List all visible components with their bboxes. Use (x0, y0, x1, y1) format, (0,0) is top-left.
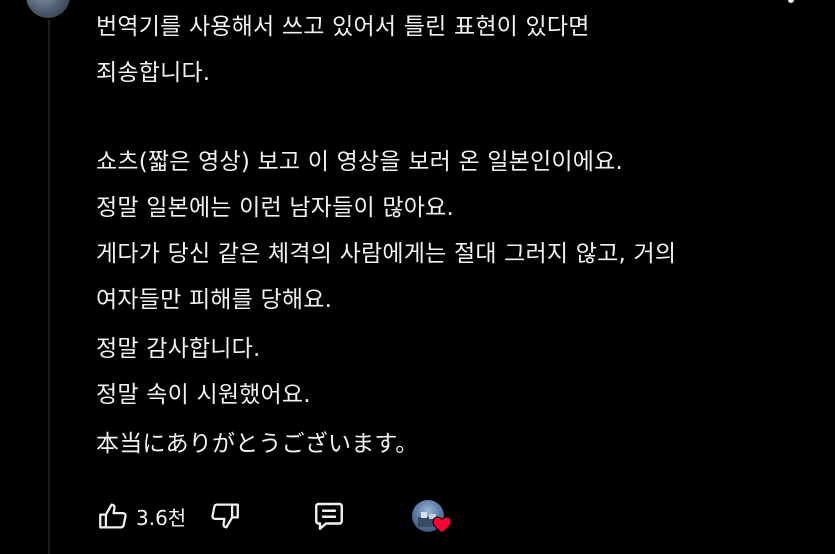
like-button[interactable]: 3.6천 (96, 496, 186, 536)
comment-line: 게다가 당신 같은 체격의 사람에게는 절대 그러지 않고, 거의 (96, 241, 677, 267)
thumbs-up-icon (96, 499, 130, 533)
comment-line: 쇼츠(짧은 영상) 보고 이 영상을 보러 온 일본인이에요. (96, 149, 623, 175)
comment-line: 本当にありがとうございます。 (96, 431, 419, 457)
reply-button[interactable] (311, 496, 347, 536)
comment-actions: 3.6천 (96, 496, 496, 536)
creator-heart-icon (432, 516, 452, 534)
comment-line: 정말 감사합니다. (96, 336, 261, 362)
more-options-icon[interactable] (788, 0, 794, 3)
comment-line: 정말 속이 시원했어요. (96, 382, 311, 408)
reply-comment-icon (311, 498, 347, 534)
comment-line: 정말 일본에는 이런 남자들이 많아요. (96, 195, 454, 221)
dislike-button[interactable] (208, 496, 242, 536)
like-count: 3.6천 (136, 505, 187, 530)
thumbs-down-icon (208, 499, 242, 533)
comment-line: 죄송합니다. (96, 60, 211, 86)
thread-line (48, 20, 50, 554)
comment-line: 번역기를 사용해서 쓰고 있어서 틀린 표현이 있다면 (96, 14, 590, 40)
creator-heart-badge[interactable] (410, 500, 454, 540)
commenter-avatar[interactable] (26, 0, 70, 18)
comment-line: 여자들만 피해를 당해요. (96, 287, 333, 313)
